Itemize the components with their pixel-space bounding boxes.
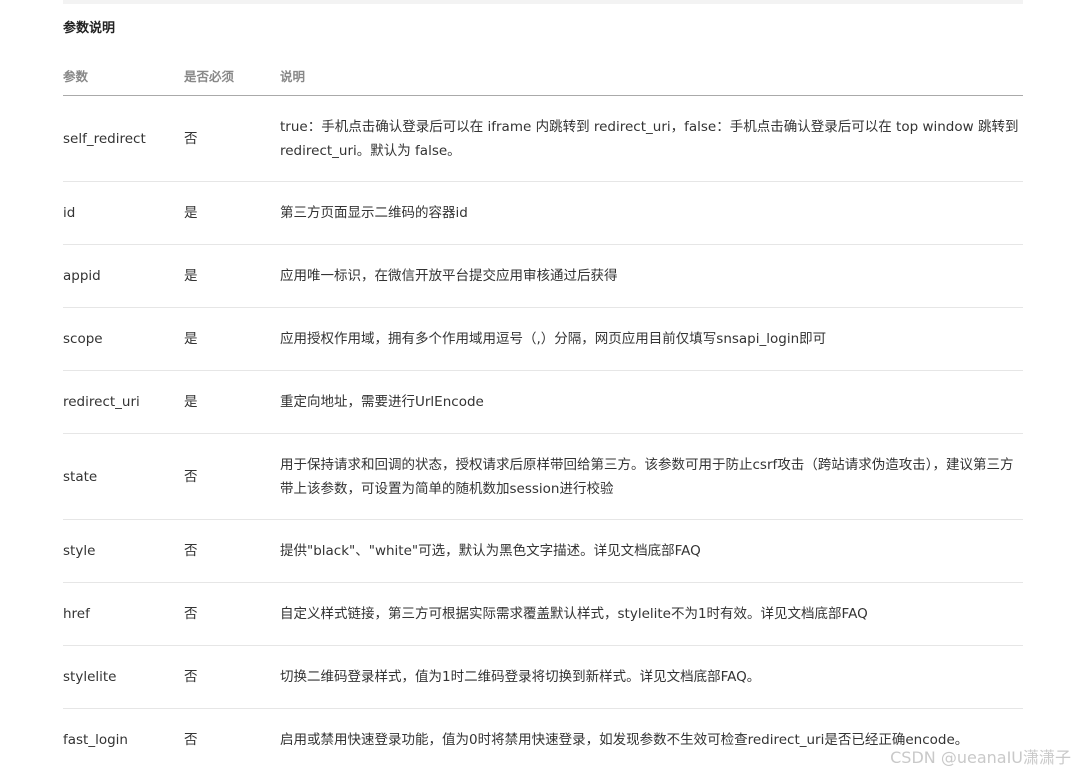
param-required: 否 (184, 732, 198, 749)
table-row: fast_login 否 启用或禁用快速登录功能，值为0时将禁用快速登录，如发现… (63, 709, 1023, 772)
table-row: self_redirect 否 true：手机点击确认登录后可以在 iframe… (63, 95, 1023, 182)
table-row: style 否 提供"black"、"white"可选，默认为黑色文字描述。详见… (63, 519, 1023, 583)
table-header-row: 参数 是否必须 说明 (63, 56, 1023, 96)
header-required: 是否必须 (184, 56, 280, 96)
param-required: 是 (184, 181, 280, 245)
param-description: 切换二维码登录样式，值为1时二维码登录将切换到新样式。详见文档底部FAQ。 (280, 645, 1023, 709)
header-param: 参数 (63, 56, 184, 96)
param-name: href (63, 582, 184, 646)
param-description: 提供"black"、"white"可选，默认为黑色文字描述。详见文档底部FAQ (280, 519, 1023, 583)
csdn-watermark: CSDN @ueanaIU潇潇子 (890, 748, 1071, 767)
param-description: 自定义样式链接，第三方可根据实际需求覆盖默认样式，stylelite不为1时有效… (280, 582, 1023, 646)
param-name: scope (63, 307, 184, 371)
param-name: state (63, 433, 184, 520)
param-name: appid (63, 244, 184, 308)
param-description: true：手机点击确认登录后可以在 iframe 内跳转到 redirect_u… (280, 95, 1023, 182)
param-required: 是 (184, 370, 280, 434)
param-name: stylelite (63, 645, 184, 709)
table-row: appid 是 应用唯一标识，在微信开放平台提交应用审核通过后获得 (63, 244, 1023, 308)
table-row: id 是 第三方页面显示二维码的容器id (63, 181, 1023, 245)
table-row: state 否 用于保持请求和回调的状态，授权请求后原样带回给第三方。该参数可用… (63, 433, 1023, 520)
param-name: redirect_uri (63, 370, 184, 434)
param-required: 否 (184, 582, 280, 646)
param-description: 第三方页面显示二维码的容器id (280, 181, 1023, 245)
section-title: 参数说明 (63, 21, 116, 36)
param-description: 重定向地址，需要进行UrlEncode (280, 370, 1023, 434)
param-name: self_redirect (63, 95, 184, 182)
param-description: 用于保持请求和回调的状态，授权请求后原样带回给第三方。该参数可用于防止csrf攻… (280, 433, 1023, 520)
table-row: stylelite 否 切换二维码登录样式，值为1时二维码登录将切换到新样式。详… (63, 645, 1023, 709)
param-name: style (63, 519, 184, 583)
header-description: 说明 (280, 56, 1023, 96)
param-required: 是 (184, 244, 280, 308)
table-row: scope 是 应用授权作用域，拥有多个作用域用逗号（,）分隔，网页应用目前仅填… (63, 307, 1023, 371)
param-required: 否 (184, 433, 280, 520)
param-name: id (63, 181, 184, 245)
parameters-table: 参数 是否必须 说明 self_redirect 否 true：手机点击确认登录… (63, 56, 1023, 772)
param-name: fast_login (63, 732, 128, 749)
param-required: 否 (184, 519, 280, 583)
param-description: 应用授权作用域，拥有多个作用域用逗号（,）分隔，网页应用目前仅填写snsapi_… (280, 307, 1023, 371)
param-required: 否 (184, 95, 280, 182)
param-description: 应用唯一标识，在微信开放平台提交应用审核通过后获得 (280, 244, 1023, 308)
param-required: 否 (184, 645, 280, 709)
param-required: 是 (184, 307, 280, 371)
table-row: href 否 自定义样式链接，第三方可根据实际需求覆盖默认样式，stylelit… (63, 582, 1023, 646)
top-divider-bar (63, 0, 1023, 4)
table-row: redirect_uri 是 重定向地址，需要进行UrlEncode (63, 370, 1023, 434)
